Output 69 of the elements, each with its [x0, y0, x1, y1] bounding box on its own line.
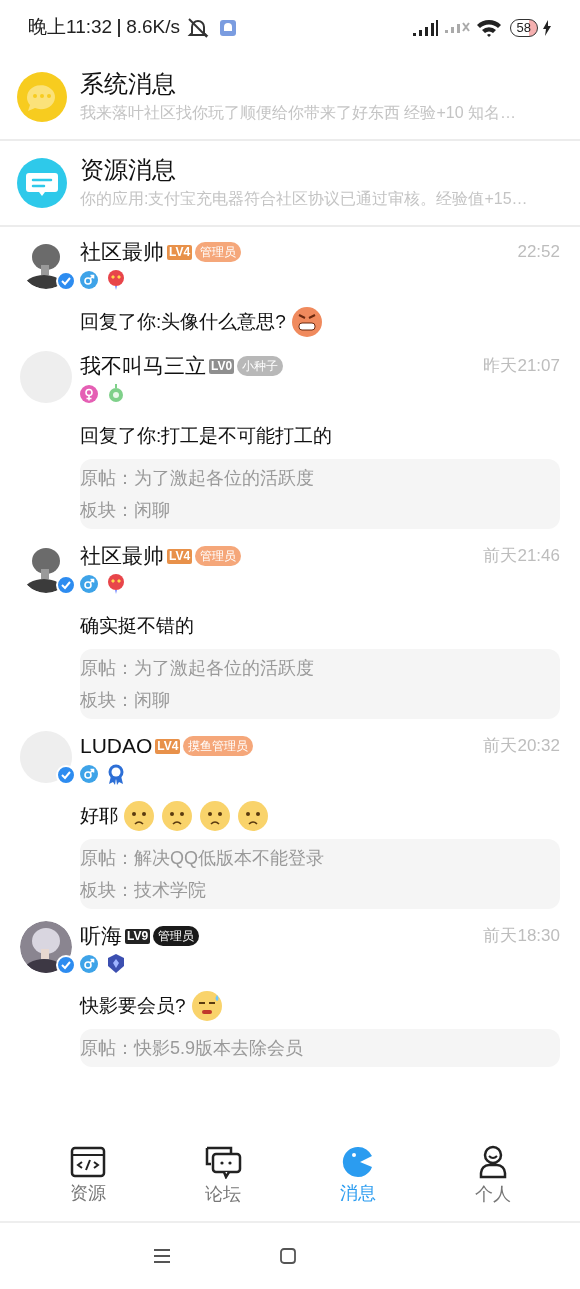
- board-name: 板块：技术学院: [80, 879, 207, 902]
- rosette-icon: [106, 763, 126, 785]
- message-category-title[interactable]: 系统消息: [80, 68, 566, 100]
- nav-tab[interactable]: 消息: [307, 1145, 408, 1207]
- user-name[interactable]: 听海: [80, 920, 122, 952]
- level-tag: LV9: [125, 928, 151, 944]
- user-name[interactable]: 社区最帅: [80, 236, 164, 268]
- original-post: 原帖：为了激起各位的活跃度: [80, 467, 315, 490]
- level-tag: LV4: [167, 244, 193, 260]
- wifi-icon: [475, 17, 502, 38]
- message-text: 确实挺不错的: [80, 613, 194, 638]
- nav-tab[interactable]: 资源: [37, 1145, 138, 1207]
- role-tag: 管理员: [153, 926, 200, 946]
- message-text: 回复了你:头像什么意思?: [80, 309, 286, 334]
- battery-indicator: 58: [509, 18, 538, 37]
- nav-tab[interactable]: 个人: [442, 1144, 543, 1208]
- home-icon[interactable]: [280, 1248, 296, 1264]
- quoted-post-card[interactable]: 原帖：解决QQ低版本不能登录 板块：技术学院: [80, 839, 560, 909]
- role-tag: 小种子: [237, 356, 284, 376]
- message-time: 前天21:46: [483, 545, 560, 568]
- quoted-post-card[interactable]: 原帖：快影5.9版本去除会员: [80, 1029, 560, 1067]
- user-name[interactable]: 社区最帅: [80, 540, 164, 572]
- message-icon: [16, 157, 68, 209]
- chat-bubble-icon: [16, 71, 68, 123]
- message-text: 好耶: [80, 803, 118, 828]
- level-tag: LV0: [209, 358, 235, 374]
- network-speed: 8.6K/s: [126, 15, 180, 40]
- emoji-icon: [236, 799, 270, 833]
- board-name: 板块：闲聊: [80, 689, 171, 712]
- user-name[interactable]: LUDAO: [80, 730, 153, 762]
- chat-icon: [203, 1144, 242, 1179]
- quoted-post-card[interactable]: 原帖：为了激起各位的活跃度 板块：闲聊: [80, 459, 560, 529]
- shield-icon: [106, 953, 126, 975]
- status-time: 晚上11:32: [28, 15, 113, 40]
- user-name[interactable]: 我不叫马三立: [80, 350, 206, 382]
- message-time: 昨天21:07: [483, 355, 560, 378]
- nav-tab[interactable]: 论坛: [172, 1144, 273, 1208]
- emoji-icon: [189, 989, 224, 1023]
- message-preview: 我来落叶社区找你玩了顺便给你带来了好东西 经验+10 知名…: [80, 103, 518, 123]
- message-category-title[interactable]: 资源消息: [80, 154, 566, 186]
- board-name: 板块：闲聊: [80, 499, 171, 522]
- signal-icon: [410, 17, 439, 38]
- emoji-icon: [160, 799, 194, 833]
- no-signal-icon: [444, 22, 470, 33]
- app-notification-icon: [220, 19, 236, 36]
- message-text: 回复了你:打工是不可能打工的: [80, 423, 333, 448]
- menu-icon[interactable]: [154, 1249, 170, 1263]
- message-time: 前天18:30: [483, 925, 560, 948]
- role-tag: 管理员: [195, 242, 242, 262]
- emoji-icon: [198, 799, 232, 833]
- person-icon: [477, 1144, 508, 1179]
- mute-icon: [186, 16, 210, 39]
- chomp-icon: [341, 1145, 374, 1178]
- level-tag: LV4: [155, 738, 181, 754]
- quoted-post-card[interactable]: 原帖：为了激起各位的活跃度 板块：闲聊: [80, 649, 560, 719]
- charging-icon: [542, 19, 552, 36]
- emoji-icon: [122, 799, 156, 833]
- original-post: 原帖：快影5.9版本去除会员: [80, 1037, 305, 1060]
- original-post: 原帖：为了激起各位的活跃度: [80, 657, 315, 680]
- code-icon: [69, 1145, 106, 1178]
- emoji-icon: [289, 305, 324, 339]
- message-preview: 你的应用:支付宝充电器符合社区协议已通过审核。经验值+15…: [80, 189, 529, 209]
- role-tag: 管理员: [195, 546, 242, 566]
- original-post: 原帖：解决QQ低版本不能登录: [80, 847, 325, 870]
- message-time: 22:52: [517, 241, 560, 264]
- role-tag: 摸鱼管理员: [183, 736, 254, 756]
- message-text: 快影要会员?: [80, 993, 186, 1018]
- level-tag: LV4: [167, 548, 193, 564]
- message-time: 前天20:32: [483, 735, 560, 758]
